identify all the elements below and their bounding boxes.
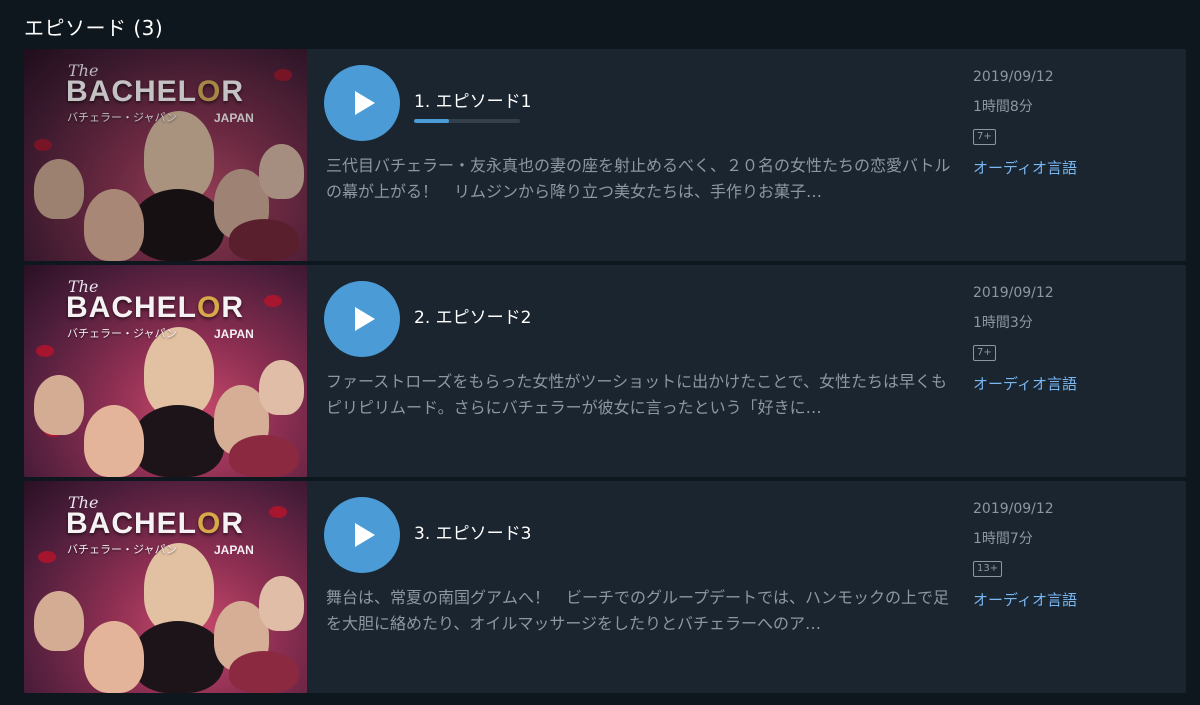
thumbnail-japan: JAPAN [214,327,254,341]
logo-text-left: BACHEL [66,291,197,324]
episode-row-3[interactable]: The BACHELOR バチェラー・ジャパン JAPAN 3. エピソード3 … [24,481,1186,693]
logo-ring: O [197,75,222,108]
thumbnail-subtitle: バチェラー・ジャパン [67,543,177,556]
logo-text-right: R [221,507,245,540]
age-rating-badge: 7+ [973,129,996,145]
audio-language-link[interactable]: オーディオ言語 [973,373,1173,394]
duration: 1時間7分 [973,531,1033,547]
episode-row-1[interactable]: The BACHELOR バチェラー・ジャパン JAPAN 1. エピソード1 … [24,49,1186,261]
age-rating-badge: 7+ [973,345,996,361]
audio-language-link[interactable]: オーディオ言語 [973,589,1173,610]
episode-row-2[interactable]: The BACHELOR バチェラー・ジャパン JAPAN 2. エピソード2 … [24,265,1186,477]
release-date: 2019/09/12 [973,501,1054,517]
play-button[interactable] [324,281,400,357]
episode-thumbnail[interactable]: The BACHELOR バチェラー・ジャパン JAPAN [24,265,307,477]
logo-text-left: BACHEL [66,75,197,108]
logo-text-right: R [221,291,245,324]
thumbnail-japan: JAPAN [214,111,254,125]
episode-synopsis: 三代目バチェラー・友永真也の妻の座を射止めるべく、２０名の女性たちの恋愛バトルの… [326,156,951,201]
duration: 1時間3分 [973,315,1033,331]
play-button[interactable] [324,497,400,573]
thumbnail-logo: BACHELOR [66,75,244,109]
episode-title[interactable]: 1. エピソード1 [414,87,531,112]
episode-thumbnail[interactable]: The BACHELOR バチェラー・ジャパン JAPAN [24,481,307,693]
episode-meta: 2019/09/12 1時間7分 13+ オーディオ言語 [973,499,1173,610]
age-rating-badge: 13+ [973,561,1003,577]
audio-language-link[interactable]: オーディオ言語 [973,157,1173,178]
episode-synopsis: ファーストローズをもらった女性がツーショットに出かけたことで、女性たちは早くもピ… [326,372,947,417]
episode-thumbnail[interactable]: The BACHELOR バチェラー・ジャパン JAPAN [24,49,307,261]
play-icon [355,307,375,331]
thumbnail-logo: BACHELOR [66,507,244,541]
watch-progress-bar [414,119,520,123]
episode-list: The BACHELOR バチェラー・ジャパン JAPAN 1. エピソード1 … [24,49,1186,697]
release-date: 2019/09/12 [973,69,1054,85]
episode-meta: 2019/09/12 1時間3分 7+ オーディオ言語 [973,283,1173,394]
play-icon [355,91,375,115]
thumbnail-subtitle: バチェラー・ジャパン [67,111,177,124]
logo-ring: O [197,291,222,324]
episode-title[interactable]: 2. エピソード2 [414,303,531,328]
thumbnail-logo: BACHELOR [66,291,244,325]
logo-ring: O [197,507,222,540]
thumbnail-subtitle: バチェラー・ジャパン [67,327,177,340]
play-icon [355,523,375,547]
episode-synopsis: 舞台は、常夏の南国グアムへ！ ビーチでのグループデートでは、ハンモックの上で足を… [326,588,950,633]
logo-text-right: R [221,75,245,108]
episode-meta: 2019/09/12 1時間8分 7+ オーディオ言語 [973,67,1173,178]
logo-text-left: BACHEL [66,507,197,540]
thumbnail-japan: JAPAN [214,543,254,557]
section-title: エピソード (3) [24,16,164,40]
watch-progress-fill [414,119,449,123]
episode-title[interactable]: 3. エピソード3 [414,519,531,544]
release-date: 2019/09/12 [973,285,1054,301]
play-button[interactable] [324,65,400,141]
duration: 1時間8分 [973,99,1033,115]
